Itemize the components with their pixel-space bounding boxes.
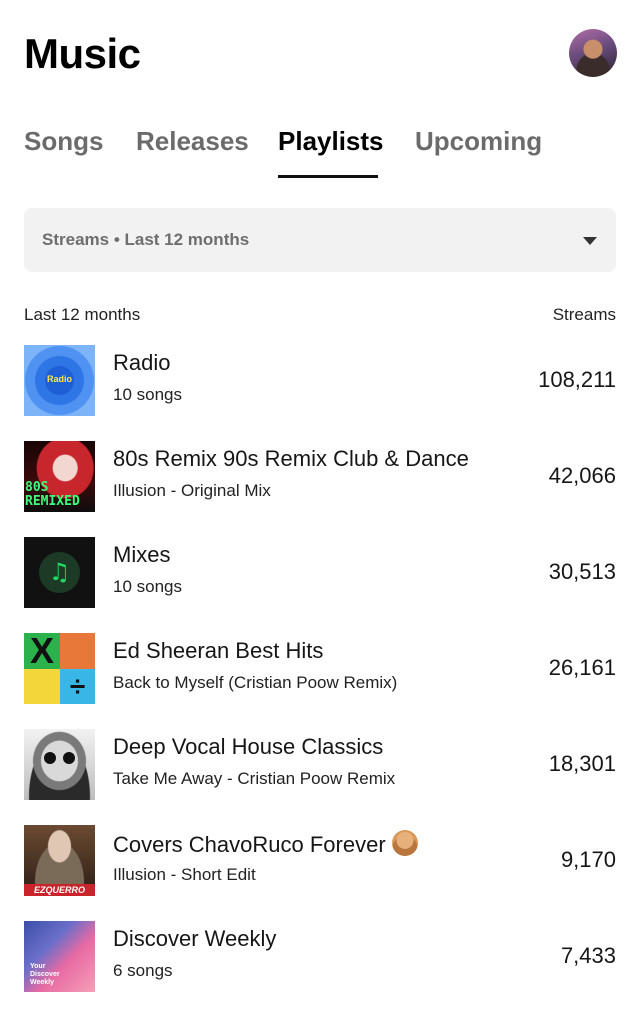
playlist-row[interactable]: ♫ Mixes 10 songs 30,513 [24,537,616,609]
mixes-cover-image: ♫ [24,537,95,608]
stream-count: 42,066 [548,463,616,488]
playlist-name: Mixes [113,542,171,567]
stream-count: 7,433 [560,943,616,968]
streams-filter-dropdown[interactable]: Streams • Last 12 months [24,208,616,272]
stream-count: 18,301 [548,751,616,776]
playlist-subtitle: 6 songs [113,961,173,980]
orange-album-tile [60,633,95,669]
caret-down-icon [583,237,597,245]
playlist-subtitle: Take Me Away - Cristian Poow Remix [113,769,396,788]
cover-label: EZQUERRO [24,884,95,896]
playlist-subtitle: Illusion - Short Edit [113,865,256,884]
playlist-name: Deep Vocal House Classics [113,734,384,759]
playlist-subtitle: 10 songs [113,385,182,404]
tab-playlists[interactable]: Playlists [278,126,384,157]
divide-album-tile: ÷ [60,669,95,704]
deep-vocal-house-cover-image [24,729,95,800]
radio-cover-image: Radio [24,345,95,416]
playlist-row[interactable]: Your Discover Weekly Discover Weekly 6 s… [24,921,616,993]
stream-count: 26,161 [548,655,616,680]
tab-releases[interactable]: Releases [136,126,249,157]
playlist-row[interactable]: Deep Vocal House Classics Take Me Away -… [24,729,616,801]
cover-label: 80S REMIXED [25,480,80,509]
tab-bar: Songs Releases Playlists Upcoming [24,126,624,180]
sunglasses-right-icon [63,752,75,764]
cover-label: Radio [46,374,72,384]
bearded-person-emoji-icon [391,830,418,856]
music-note-icon: ♫ [39,552,80,593]
period-header: Last 12 months [24,305,141,324]
80s-remixed-cover-image: 80S REMIXED [24,441,95,512]
playlist-subtitle: Back to Myself (Cristian Poow Remix) [113,673,398,692]
playlist-name-text: Covers ChavoRuco Forever [113,832,386,857]
profile-avatar[interactable] [569,29,617,77]
playlist-name: Ed Sheeran Best Hits [113,638,324,663]
tab-songs[interactable]: Songs [24,126,103,157]
playlist-name: Discover Weekly [113,926,277,951]
x-album-tile: X [24,633,60,669]
playlist-row[interactable]: 80S REMIXED 80s Remix 90s Remix Club & D… [24,441,616,513]
playlist-row[interactable]: X ÷ Ed Sheeran Best Hits Back to Myself … [24,633,616,705]
stream-count: 9,170 [560,847,616,872]
ed-sheeran-cover-image: X ÷ [24,633,95,704]
sunglasses-left-icon [44,752,56,764]
stream-count: 30,513 [548,559,616,584]
playlist-subtitle: 10 songs [113,577,182,596]
yellow-album-tile [24,669,60,704]
cover-label: Your Discover Weekly [30,963,60,986]
playlist-name: Radio [113,350,171,375]
chavoruco-cover-image: EZQUERRO [24,825,95,896]
filter-label: Streams • Last 12 months [42,230,250,249]
playlist-name: 80s Remix 90s Remix Club & Dance [113,446,469,471]
playlist-name: Covers ChavoRuco Forever [113,830,418,858]
active-tab-indicator [278,175,378,178]
discover-weekly-cover-image: Your Discover Weekly [24,921,95,992]
playlist-row[interactable]: EZQUERRO Covers ChavoRuco Forever Illusi… [24,825,616,897]
streams-header: Streams [552,305,616,324]
page-title: Music [24,30,141,77]
stream-count: 108,211 [538,367,616,392]
playlist-subtitle: Illusion - Original Mix [113,481,271,500]
playlist-row[interactable]: Radio Radio 10 songs 108,211 [24,345,616,417]
tab-upcoming[interactable]: Upcoming [415,126,542,157]
